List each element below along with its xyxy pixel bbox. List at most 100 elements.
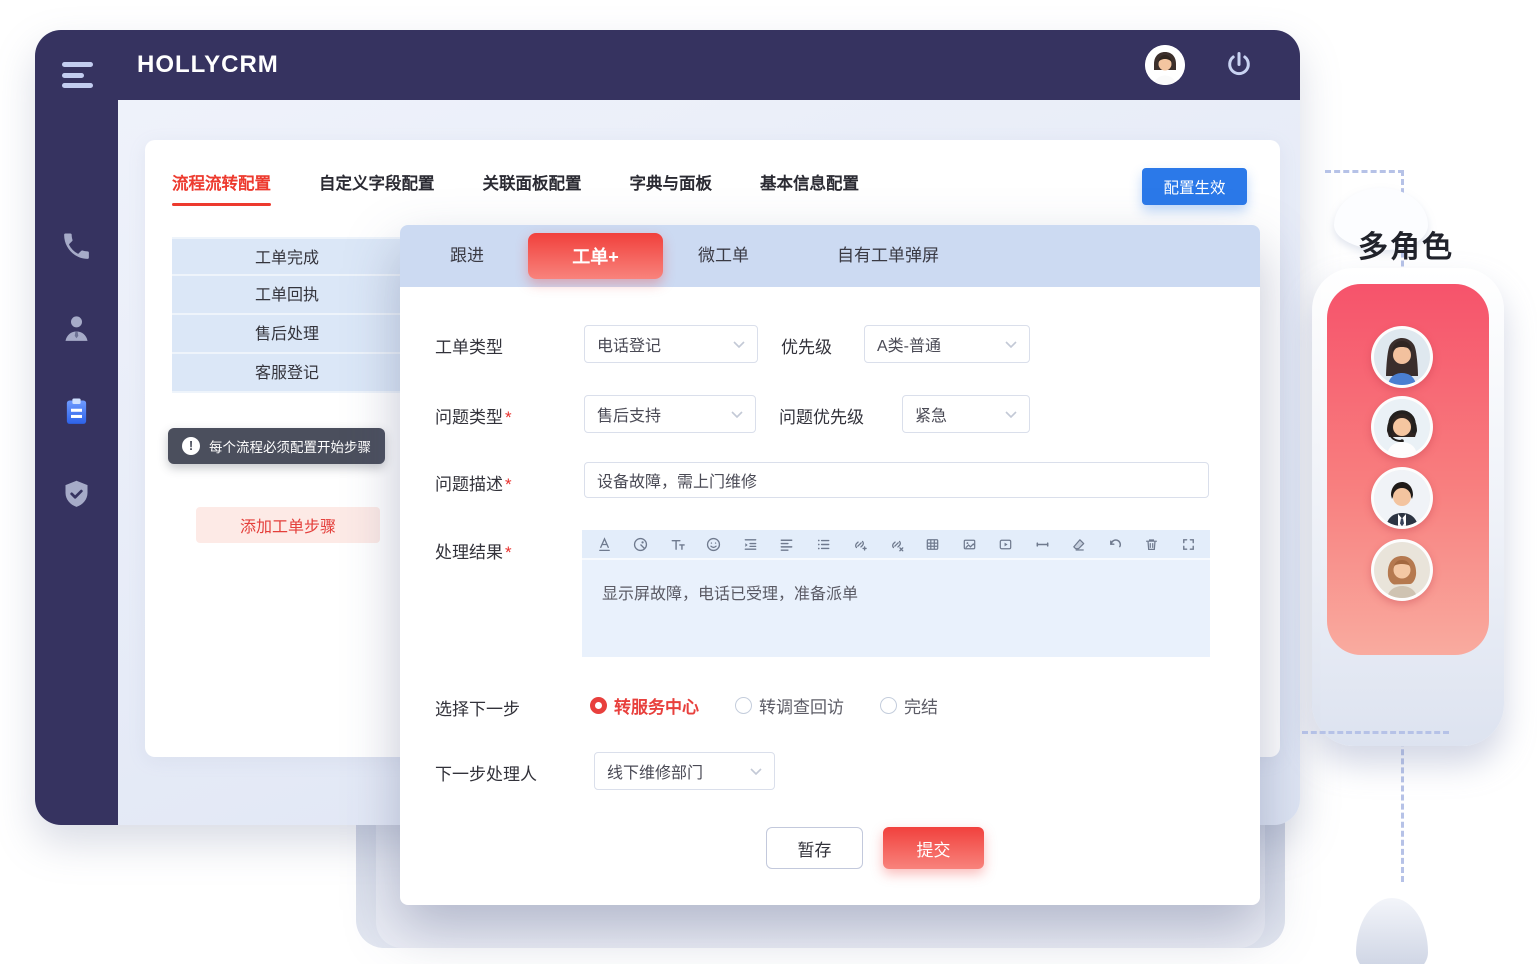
workflow-step[interactable]: 工单回执 bbox=[172, 276, 402, 315]
radio-selected-icon bbox=[590, 697, 607, 714]
drop-decoration bbox=[1356, 898, 1428, 964]
submit-button[interactable]: 提交 bbox=[883, 827, 984, 869]
align-icon[interactable] bbox=[777, 534, 797, 554]
warning-text: 每个流程必须配置开始步骤 bbox=[209, 436, 371, 456]
list-icon[interactable] bbox=[813, 534, 833, 554]
link-add-icon[interactable] bbox=[850, 534, 870, 554]
top-bar: HOLLYCRM bbox=[35, 30, 1300, 100]
issue-desc-input[interactable]: 设备故障，需上门维修 bbox=[584, 462, 1209, 498]
indent-icon[interactable] bbox=[740, 534, 760, 554]
tab-custom-fields[interactable]: 自定义字段配置 bbox=[319, 170, 435, 206]
apply-config-button[interactable]: 配置生效 bbox=[1142, 168, 1247, 205]
rich-text-editor: 显示屏故障，电话已受理，准备派单 bbox=[582, 530, 1210, 657]
issue-desc-value: 设备故障，需上门维修 bbox=[597, 468, 757, 492]
table-icon[interactable] bbox=[923, 534, 943, 554]
font-size-icon[interactable] bbox=[667, 534, 687, 554]
tab-linked-panel[interactable]: 关联面板配置 bbox=[483, 170, 582, 206]
issue-priority-select[interactable]: 紧急 bbox=[902, 395, 1030, 433]
ticket-type-value: 电话登记 bbox=[597, 332, 661, 356]
issue-priority-value: 紧急 bbox=[915, 402, 947, 426]
radio-icon bbox=[880, 697, 897, 714]
config-tabs: 流程流转配置 自定义字段配置 关联面板配置 字典与面板 基本信息配置 bbox=[172, 170, 859, 206]
priority-value: A类-普通 bbox=[877, 332, 941, 356]
role-avatar-suit-male bbox=[1371, 467, 1433, 529]
sidebar bbox=[35, 100, 118, 825]
issue-desc-label: 问题描述* bbox=[435, 470, 512, 495]
radio-transfer-survey[interactable]: 转调查回访 bbox=[735, 693, 844, 718]
radio-label: 转服务中心 bbox=[614, 693, 699, 718]
priority-label: 优先级 bbox=[781, 333, 832, 358]
trash-icon[interactable] bbox=[1142, 534, 1162, 554]
radio-icon bbox=[735, 697, 752, 714]
contacts-icon[interactable] bbox=[60, 312, 93, 345]
tab-follow-up[interactable]: 跟进 bbox=[450, 225, 484, 287]
role-avatar-strip bbox=[1327, 284, 1489, 655]
chevron-down-icon bbox=[1005, 411, 1017, 418]
chevron-down-icon bbox=[731, 411, 743, 418]
issue-type-value: 售后支持 bbox=[597, 402, 661, 426]
emoji-icon[interactable] bbox=[704, 534, 724, 554]
horizontal-rule-icon[interactable] bbox=[1032, 534, 1052, 554]
editor-toolbar bbox=[582, 530, 1210, 560]
workorder-modal: 跟进 工单+ 微工单 自有工单弹屏 工单类型 电话登记 优先级 A类-普通 问题… bbox=[400, 225, 1260, 905]
phone-icon[interactable] bbox=[60, 230, 93, 263]
result-value: 显示屏故障，电话已受理，准备派单 bbox=[602, 586, 858, 603]
undo-icon[interactable] bbox=[1105, 534, 1125, 554]
tab-process-flow[interactable]: 流程流转配置 bbox=[172, 170, 271, 206]
next-step-options: 转服务中心 转调查回访 完结 bbox=[590, 693, 938, 718]
fullscreen-icon[interactable] bbox=[1178, 534, 1198, 554]
font-underline-icon[interactable] bbox=[594, 534, 614, 554]
shield-icon[interactable] bbox=[60, 478, 93, 511]
eraser-icon[interactable] bbox=[1069, 534, 1089, 554]
issue-type-select[interactable]: 售后支持 bbox=[584, 395, 756, 433]
ticket-type-label: 工单类型 bbox=[435, 333, 503, 358]
result-textarea[interactable]: 显示屏故障，电话已受理，准备派单 bbox=[582, 560, 1210, 657]
user-avatar[interactable] bbox=[1145, 45, 1185, 85]
warning-tooltip: ! 每个流程必须配置开始步骤 bbox=[168, 428, 385, 464]
role-avatar-headset-operator bbox=[1371, 396, 1433, 458]
save-draft-button[interactable]: 暂存 bbox=[766, 827, 863, 869]
link-remove-icon[interactable] bbox=[886, 534, 906, 554]
menu-icon[interactable] bbox=[62, 62, 94, 88]
radio-label: 完结 bbox=[904, 693, 938, 718]
ticket-type-select[interactable]: 电话登记 bbox=[584, 325, 758, 363]
workorder-icon-active[interactable] bbox=[60, 395, 93, 428]
app-title: HOLLYCRM bbox=[137, 30, 279, 100]
dashed-guide-horizontal-top bbox=[1325, 170, 1404, 173]
add-step-button[interactable]: 添加工单步骤 bbox=[196, 507, 380, 543]
next-handler-label: 下一步处理人 bbox=[435, 760, 537, 785]
tab-dictionary-panel[interactable]: 字典与面板 bbox=[630, 170, 713, 206]
next-step-label: 选择下一步 bbox=[435, 695, 520, 720]
issue-type-label: 问题类型* bbox=[435, 403, 512, 428]
tab-basic-info[interactable]: 基本信息配置 bbox=[760, 170, 859, 206]
next-handler-value: 线下维修部门 bbox=[607, 759, 703, 783]
palette-icon[interactable] bbox=[631, 534, 651, 554]
chevron-down-icon bbox=[1005, 341, 1017, 348]
dashed-guide-horizontal-bottom bbox=[1302, 731, 1449, 734]
workflow-step[interactable]: 客服登记 bbox=[172, 354, 402, 393]
workflow-step[interactable]: 工单完成 bbox=[172, 237, 402, 276]
multi-role-panel bbox=[1312, 268, 1504, 746]
video-icon[interactable] bbox=[996, 534, 1016, 554]
exclamation-icon: ! bbox=[182, 437, 200, 455]
radio-label: 转调查回访 bbox=[759, 693, 844, 718]
tab-workorder-active[interactable]: 工单+ bbox=[528, 233, 663, 279]
priority-select[interactable]: A类-普通 bbox=[864, 325, 1030, 363]
radio-transfer-service-center[interactable]: 转服务中心 bbox=[590, 693, 699, 718]
next-handler-select[interactable]: 线下维修部门 bbox=[594, 752, 775, 790]
tab-own-popup[interactable]: 自有工单弹屏 bbox=[837, 225, 939, 287]
screen: HOLLYCRM 流程流转配置 自定义字段配置 关联面板配置 字典与面板 基本信… bbox=[0, 0, 1537, 964]
result-label: 处理结果* bbox=[435, 538, 512, 563]
workflow-step-list: 工单完成 工单回执 售后处理 客服登记 bbox=[172, 237, 402, 393]
image-icon[interactable] bbox=[959, 534, 979, 554]
workflow-step[interactable]: 售后处理 bbox=[172, 315, 402, 354]
multi-role-label: 多角色 bbox=[1358, 222, 1454, 266]
radio-finish[interactable]: 完结 bbox=[880, 693, 938, 718]
issue-priority-label: 问题优先级 bbox=[779, 403, 864, 428]
power-icon[interactable] bbox=[1223, 49, 1255, 81]
chevron-down-icon bbox=[750, 768, 762, 775]
chevron-down-icon bbox=[733, 341, 745, 348]
modal-tab-bar: 跟进 工单+ 微工单 自有工单弹屏 bbox=[400, 225, 1260, 287]
tab-micro-workorder[interactable]: 微工单 bbox=[698, 225, 749, 287]
role-avatar-agent-female bbox=[1371, 326, 1433, 388]
